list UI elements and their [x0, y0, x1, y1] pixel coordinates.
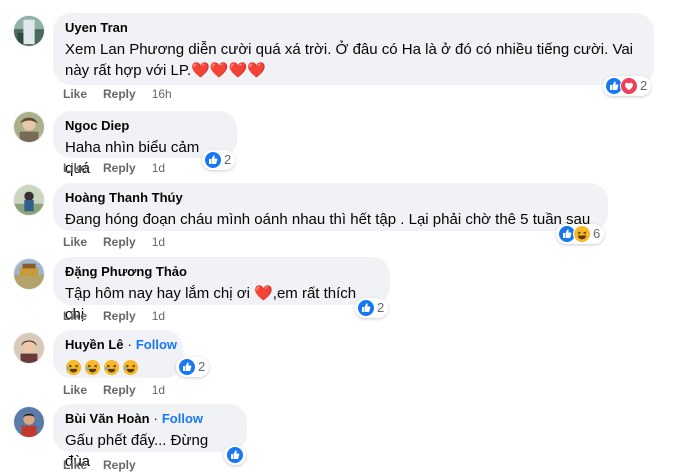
- comment-timestamp[interactable]: 1d: [152, 160, 165, 176]
- comment-bubble: Bùi Văn Hoàn · Follow Gấu phết đấy... Đừ…: [53, 404, 247, 470]
- laughing-emoji: [103, 359, 120, 375]
- comment-author[interactable]: Huyền Lê: [65, 336, 124, 354]
- comment-timestamp[interactable]: 1d: [152, 308, 165, 324]
- reaction-count: 2: [198, 359, 206, 374]
- comment-author[interactable]: Ngoc Diep: [65, 117, 129, 135]
- heart-emoji: ❤️❤️❤️❤️: [191, 62, 266, 79]
- comment-actions: Like Reply 1d: [63, 234, 165, 250]
- separator-dot: ·: [127, 337, 132, 352]
- comment-timestamp[interactable]: 16h: [152, 86, 172, 102]
- laughing-emoji: [65, 359, 82, 375]
- avatar[interactable]: [13, 332, 45, 364]
- comment-author[interactable]: Hoàng Thanh Thúy: [65, 189, 183, 207]
- comment-bubble: Uyen Tran Xem Lan Phương diễn cười quá x…: [53, 13, 654, 85]
- like-icon: [357, 299, 375, 317]
- like-icon: [178, 358, 196, 376]
- comment-timestamp[interactable]: 1d: [152, 234, 165, 250]
- like-button[interactable]: Like: [63, 308, 87, 324]
- laughing-emoji: [84, 359, 101, 375]
- avatar[interactable]: [13, 258, 45, 290]
- reaction-count: 2: [377, 300, 385, 315]
- comment-actions: Like Reply 16h: [63, 86, 172, 102]
- separator-dot: ·: [153, 411, 158, 426]
- reaction-summary[interactable]: [224, 445, 246, 465]
- reaction-summary[interactable]: 6: [556, 224, 605, 244]
- like-icon: [204, 151, 222, 169]
- reaction-count: 6: [593, 226, 601, 241]
- avatar[interactable]: [13, 406, 45, 438]
- avatar[interactable]: [13, 15, 45, 47]
- comment-bubble: Đặng Phương Thảo Tập hôm nay hay lắm chị…: [53, 257, 390, 323]
- like-button[interactable]: Like: [63, 234, 87, 250]
- like-button[interactable]: Like: [63, 382, 87, 398]
- reply-button[interactable]: Reply: [103, 86, 136, 102]
- love-icon: [620, 77, 638, 95]
- haha-icon: [573, 225, 591, 243]
- reply-button[interactable]: Reply: [103, 160, 136, 176]
- comment-actions: Like Reply 1d: [63, 160, 165, 176]
- comment-author[interactable]: Đặng Phương Thảo: [65, 263, 187, 281]
- comment-actions: Like Reply 1d: [63, 308, 165, 324]
- avatar[interactable]: [13, 184, 45, 216]
- comment-timestamp[interactable]: 1d: [152, 382, 165, 398]
- like-button[interactable]: Like: [63, 457, 87, 473]
- follow-button[interactable]: Follow: [136, 336, 177, 354]
- comment-bubble: Huyền Lê · Follow: [53, 330, 183, 378]
- reaction-summary[interactable]: 2: [202, 150, 236, 170]
- comment-author[interactable]: Uyen Tran: [65, 19, 128, 37]
- reply-button[interactable]: Reply: [103, 308, 136, 324]
- heart-emoji: ❤️: [254, 285, 273, 302]
- like-button[interactable]: Like: [63, 86, 87, 102]
- comment-author[interactable]: Bùi Văn Hoàn: [65, 410, 150, 428]
- like-icon: [226, 446, 244, 464]
- comment-actions: Like Reply: [63, 457, 152, 473]
- reply-button[interactable]: Reply: [103, 457, 136, 473]
- reaction-count: 2: [224, 152, 232, 167]
- follow-button[interactable]: Follow: [162, 410, 203, 428]
- reply-button[interactable]: Reply: [103, 382, 136, 398]
- like-button[interactable]: Like: [63, 160, 87, 176]
- comment-bubble: Hoàng Thanh Thúy Đang hóng đoạn cháu mìn…: [53, 183, 608, 231]
- laughing-emoji: [122, 359, 139, 375]
- emoji-row: [65, 357, 171, 377]
- reaction-summary[interactable]: 2: [603, 76, 652, 96]
- comment-text: Đang hóng đoạn cháu mình oánh nhau thì h…: [65, 211, 591, 228]
- reaction-summary[interactable]: 2: [355, 298, 389, 318]
- comment-text: Xem Lan Phương diễn cười quá xá trời. Ở …: [65, 41, 634, 79]
- comment-actions: Like Reply 1d: [63, 382, 165, 398]
- reaction-count: 2: [640, 78, 648, 93]
- reaction-summary[interactable]: 2: [176, 357, 210, 377]
- avatar[interactable]: [13, 111, 45, 143]
- reply-button[interactable]: Reply: [103, 234, 136, 250]
